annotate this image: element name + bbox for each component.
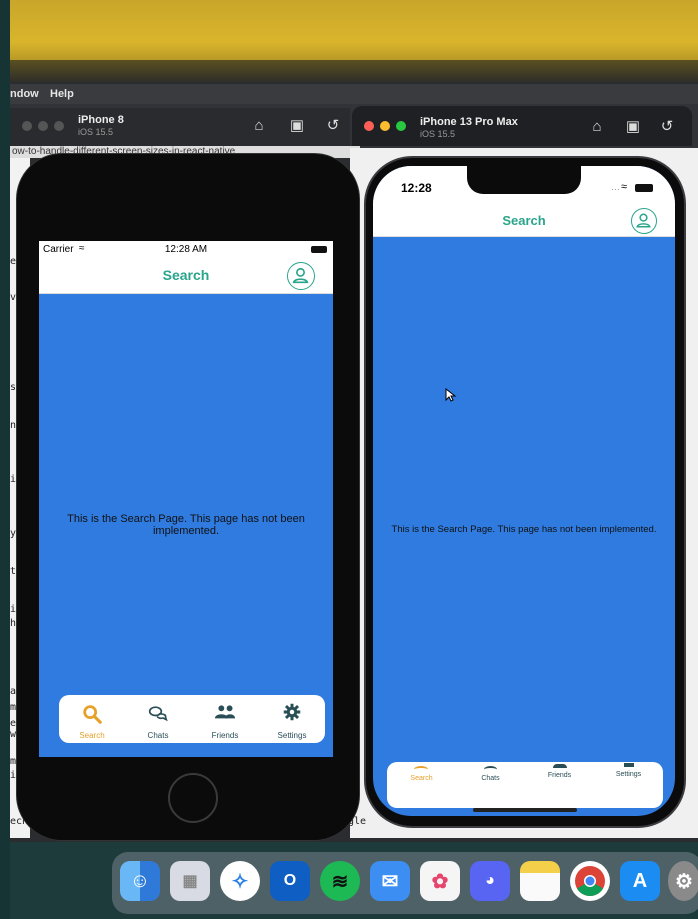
- zoom-dot[interactable]: [54, 121, 64, 131]
- tab-chats[interactable]: Chats: [125, 695, 191, 743]
- bottom-tab-bar: Search Chats Friends Settings: [387, 762, 663, 808]
- tab-settings[interactable]: Settings: [594, 762, 663, 808]
- magnifier-icon: [83, 705, 102, 724]
- close-dot[interactable]: [22, 121, 32, 131]
- mouse-cursor-icon: [445, 388, 457, 402]
- mail-icon[interactable]: ✉: [370, 861, 410, 901]
- nav-header: Search: [39, 259, 333, 294]
- tab-search[interactable]: Search: [59, 695, 125, 743]
- minimize-dot[interactable]: [38, 121, 48, 131]
- people-icon: [553, 764, 567, 768]
- profile-button[interactable]: [631, 208, 657, 234]
- photos-icon[interactable]: ✿: [420, 861, 460, 901]
- tab-label: Search: [410, 775, 433, 782]
- simulator-name: iPhone 8: [78, 114, 124, 126]
- magnifier-icon: [414, 766, 428, 773]
- menu-item-help[interactable]: Help: [50, 88, 74, 100]
- home-icon[interactable]: ⌂: [588, 118, 606, 136]
- home-button[interactable]: [168, 773, 218, 823]
- nav-header: 12:28 … ≈ Search: [373, 166, 675, 237]
- tab-friends[interactable]: Friends: [525, 762, 594, 808]
- home-indicator: [473, 808, 577, 812]
- finder-icon[interactable]: ☺: [120, 861, 160, 901]
- rotate-icon[interactable]: ↺: [658, 118, 676, 136]
- status-time: 12:28 AM: [164, 244, 208, 255]
- notch: [467, 166, 581, 194]
- menu-item-window[interactable]: ndow: [10, 88, 39, 100]
- tab-friends[interactable]: Friends: [191, 695, 259, 743]
- tab-label: Settings: [615, 771, 642, 778]
- tab-search[interactable]: Search: [387, 762, 456, 808]
- placeholder-message: This is the Search Page. This page has n…: [391, 524, 657, 535]
- system-preferences-icon[interactable]: ⚙: [668, 861, 698, 901]
- simulator-os: iOS 15.5: [420, 129, 456, 139]
- signal-icon: …: [611, 182, 620, 192]
- simulator-titlebar-iphone13[interactable]: iPhone 13 Pro Max iOS 15.5 ⌂ ▣ ↺: [352, 106, 692, 146]
- chrome-icon[interactable]: [570, 861, 610, 901]
- wifi-icon: ≈: [621, 181, 628, 193]
- launchpad-icon[interactable]: ▦: [170, 861, 210, 901]
- iphone13-screen: 12:28 … ≈ Search This is the Search Page…: [373, 166, 675, 816]
- simulator-name: iPhone 13 Pro Max: [420, 116, 518, 128]
- simulator-os: iOS 15.5: [78, 127, 114, 137]
- tab-settings[interactable]: Settings: [259, 695, 325, 743]
- iphone8-screen: Carrier ≈ 12:28 AM Search This is the Se…: [39, 241, 333, 757]
- notes-icon[interactable]: [520, 861, 560, 901]
- profile-button[interactable]: [287, 262, 315, 290]
- zoom-dot[interactable]: [396, 121, 406, 131]
- user-icon: [292, 267, 309, 284]
- mac-menubar: ndow Help: [10, 84, 698, 104]
- chrome-logo: [575, 866, 605, 897]
- app-store-icon[interactable]: A: [620, 861, 660, 901]
- gear-icon: [283, 703, 301, 721]
- close-dot[interactable]: [364, 121, 374, 131]
- tab-label: Search: [79, 731, 105, 740]
- tab-label: Settings: [277, 731, 307, 740]
- tab-label: Chats: [481, 775, 500, 782]
- left-edge-background: [0, 0, 10, 919]
- home-icon[interactable]: ⌂: [250, 117, 268, 135]
- battery-icon: [311, 246, 327, 253]
- user-icon: [636, 213, 651, 228]
- battery-icon: [635, 184, 653, 192]
- macos-dock: ☺ ▦ ✧ O ≋ ✉ ✿ ◕ A ⚙: [112, 852, 698, 914]
- screenshot-icon[interactable]: ▣: [624, 118, 642, 136]
- discord-icon[interactable]: ◕: [470, 861, 510, 901]
- status-time: 12:28: [401, 181, 432, 195]
- minimize-dot[interactable]: [380, 121, 390, 131]
- page-title: Search: [502, 213, 546, 228]
- spotify-icon[interactable]: ≋: [320, 861, 360, 901]
- tab-chats[interactable]: Chats: [456, 762, 525, 808]
- placeholder-message: This is the Search Page. This page has n…: [67, 513, 305, 537]
- bottom-tab-bar: Search Chats Friends Settings: [59, 695, 325, 743]
- screenshot-icon[interactable]: ▣: [288, 117, 306, 135]
- safari-icon[interactable]: ✧: [220, 861, 260, 901]
- chat-bubbles-icon: [484, 766, 497, 773]
- chat-bubbles-icon: [148, 706, 168, 722]
- status-bar: Carrier ≈ 12:28 AM: [39, 241, 333, 259]
- people-icon: [214, 705, 236, 719]
- gear-icon: [624, 763, 634, 767]
- tab-label: Chats: [147, 731, 169, 740]
- tab-label: Friends: [211, 731, 239, 740]
- outlook-icon[interactable]: O: [270, 861, 310, 901]
- tab-label: Friends: [547, 772, 572, 779]
- rotate-icon[interactable]: ↺: [324, 117, 342, 135]
- simulator-titlebar-iphone8[interactable]: iPhone 8 iOS 15.5 ⌂ ▣ ↺: [10, 108, 350, 146]
